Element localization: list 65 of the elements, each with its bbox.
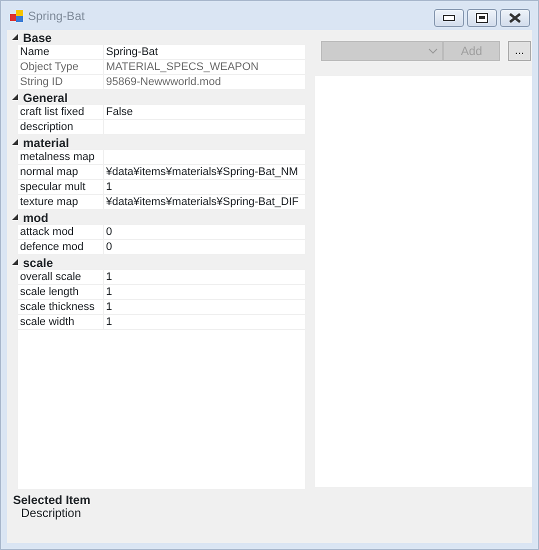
property-row[interactable]: scale length 1 [18,285,305,300]
minimize-icon [443,15,455,21]
help-description: Description [21,507,82,519]
property-name: Object Type [20,62,78,72]
property-value[interactable]: 1 [106,302,112,312]
property-row[interactable]: scale width 1 [18,315,305,330]
property-name: Name [20,46,50,58]
property-value[interactable]: 1 [106,316,112,328]
property-value[interactable]: Spring-Bat [106,46,158,58]
property-value[interactable]: 1 [106,182,112,192]
minimize-button[interactable] [434,9,464,27]
property-row[interactable]: metalness map [18,150,305,165]
expand-icon[interactable] [10,213,21,222]
property-row[interactable]: String ID 95869-Newwworld.mod [18,75,305,90]
property-name: description [20,122,74,132]
property-row[interactable]: craft list fixed False [18,105,305,120]
category-header[interactable]: General [23,92,68,104]
property-value[interactable]: 0 [106,242,112,252]
property-name: craft list fixed [20,106,84,118]
property-row[interactable]: defence mod 0 [18,240,305,255]
category-header[interactable]: Base [23,32,52,44]
property-name: texture map [20,196,78,208]
property-value[interactable]: 1 [106,286,112,298]
property-row[interactable]: attack mod 0 [18,225,305,240]
app-icon [10,8,24,22]
category-header[interactable]: scale [23,256,54,268]
property-value[interactable]: False [106,106,133,118]
property-row[interactable]: texture map ¥data¥items¥materials¥Spring-Bat_DIF [18,195,305,210]
property-name: attack mod [20,226,74,238]
property-name: metalness map [20,152,95,162]
property-name: scale thickness [20,302,95,312]
property-row[interactable]: description [18,120,305,135]
property-value[interactable]: ¥data¥items¥materials¥Spring-Bat_NM [106,166,298,178]
property-row[interactable]: specular mult 1 [18,180,305,195]
property-name: specular mult [20,182,86,192]
chevron-down-icon [428,48,438,54]
maximize-button[interactable] [467,9,497,27]
close-button[interactable] [500,9,530,27]
property-name: scale length [20,286,79,298]
property-row[interactable]: Object Type MATERIAL_SPECS_WEAPON [18,60,305,75]
property-name: defence mod [20,242,84,252]
browse-button[interactable]: ... [508,41,531,61]
window-title: Spring-Bat [28,10,85,22]
expand-icon[interactable] [10,258,21,267]
property-row[interactable]: normal map ¥data¥items¥materials¥Spring-Bat_NM [18,165,305,180]
property-name: overall scale [20,272,82,282]
property-value[interactable]: 1 [106,272,112,282]
category-header[interactable]: material [23,136,70,148]
property-name: scale width [20,316,74,328]
property-row[interactable]: scale thickness 1 [18,300,305,315]
property-name: String ID [20,76,63,88]
property-value[interactable]: 0 [106,226,112,238]
property-row[interactable]: overall scale 1 [18,270,305,285]
property-value: 95869-Newwworld.mod [106,76,221,88]
expand-icon[interactable] [10,93,21,102]
expand-icon[interactable] [10,138,21,147]
property-row[interactable]: Name Spring-Bat [18,45,305,60]
expand-icon[interactable] [10,33,21,42]
close-icon [509,13,521,23]
property-value[interactable]: ¥data¥items¥materials¥Spring-Bat_DIF [106,196,299,208]
category-header[interactable]: mod [23,212,48,224]
help-title: Selected Item [13,494,92,506]
maximize-icon [476,13,488,23]
property-name: normal map [20,166,78,178]
property-value: MATERIAL_SPECS_WEAPON [106,62,259,72]
